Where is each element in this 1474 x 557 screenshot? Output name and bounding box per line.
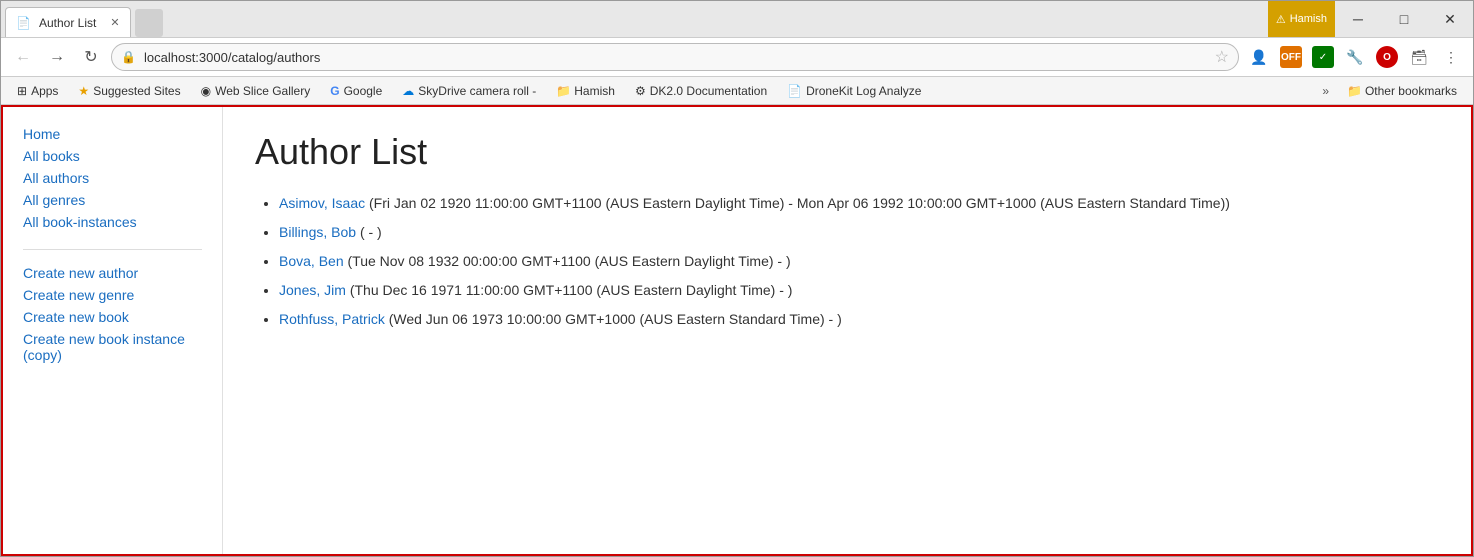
refresh-button[interactable]: ↻ bbox=[77, 43, 105, 71]
sidebar: Home All books All authors All genres Al… bbox=[3, 107, 223, 554]
other-bookmarks-folder[interactable]: 📁 Other bookmarks bbox=[1339, 82, 1465, 100]
address-bar: ← → ↻ 🔒 ☆ 👤 OFF ✓ 🔧 O 🗃 ⋮ bbox=[1, 37, 1473, 77]
bookmark-suggested-sites-label: Suggested Sites bbox=[93, 84, 180, 98]
sidebar-actions: Create new author Create new genre Creat… bbox=[3, 262, 222, 366]
sidebar-divider bbox=[23, 249, 202, 250]
other-bookmarks-folder-icon: 📁 bbox=[1347, 84, 1362, 98]
bookmark-dk2-docs[interactable]: ⚙ DK2.0 Documentation bbox=[627, 82, 775, 100]
sidebar-create-author[interactable]: Create new author bbox=[3, 262, 222, 284]
sidebar-create-book-instance[interactable]: Create new book instance (copy) bbox=[3, 328, 222, 366]
bookmark-star-icon[interactable]: ☆ bbox=[1215, 47, 1229, 67]
author-link-billings[interactable]: Billings, Bob bbox=[279, 224, 356, 240]
bookmark-dk2-label: DK2.0 Documentation bbox=[650, 84, 767, 98]
suggested-sites-icon: ★ bbox=[78, 84, 89, 98]
author-list: Asimov, Isaac (Fri Jan 02 1920 11:00:00 … bbox=[255, 193, 1439, 330]
web-slice-icon: ◉ bbox=[201, 84, 211, 98]
author-link-jones[interactable]: Jones, Jim bbox=[279, 282, 346, 298]
menu-button[interactable]: ⋮ bbox=[1437, 43, 1465, 71]
sidebar-item-all-authors[interactable]: All authors bbox=[3, 167, 222, 189]
new-tab-button[interactable] bbox=[135, 9, 163, 37]
warning-icon: ⚠ bbox=[1276, 13, 1286, 26]
back-button[interactable]: ← bbox=[9, 43, 37, 71]
sidebar-create-genre[interactable]: Create new genre bbox=[3, 284, 222, 306]
bookmark-hamish-label: Hamish bbox=[574, 84, 615, 98]
sidebar-item-all-book-instances[interactable]: All book-instances bbox=[3, 211, 222, 233]
dk2-icon: ⚙ bbox=[635, 84, 646, 98]
sidebar-item-all-books[interactable]: All books bbox=[3, 145, 222, 167]
page-title: Author List bbox=[255, 131, 1439, 173]
bookmark-web-slice-gallery[interactable]: ◉ Web Slice Gallery bbox=[193, 82, 319, 100]
username: Hamish bbox=[1290, 13, 1327, 25]
bookmark-web-slice-label: Web Slice Gallery bbox=[215, 84, 310, 98]
sidebar-item-home[interactable]: Home bbox=[3, 123, 222, 145]
lock-icon: 🔒 bbox=[121, 50, 136, 64]
bookmark-apps-label: Apps bbox=[31, 84, 58, 98]
url-bar-wrap: 🔒 ☆ bbox=[111, 43, 1239, 71]
google-icon: G bbox=[330, 84, 339, 98]
maximize-button[interactable]: □ bbox=[1381, 1, 1427, 37]
bookmark-google[interactable]: G Google bbox=[322, 82, 390, 100]
author-link-bova[interactable]: Bova, Ben bbox=[279, 253, 344, 269]
extension-icon-4[interactable]: O bbox=[1373, 43, 1401, 71]
author-dates-jones: (Thu Dec 16 1971 11:00:00 GMT+1100 (AUS … bbox=[350, 282, 793, 298]
sidebar-nav: Home All books All authors All genres Al… bbox=[3, 123, 222, 233]
author-dates-rothfuss: (Wed Jun 06 1973 10:00:00 GMT+1000 (AUS … bbox=[389, 311, 842, 327]
skydrive-icon: ☁ bbox=[402, 84, 414, 98]
window-controls: ⚠ Hamish ─ □ ✕ bbox=[1268, 1, 1473, 37]
bookmark-hamish[interactable]: 📁 Hamish bbox=[548, 82, 623, 100]
extension-icon-2[interactable]: ✓ bbox=[1309, 43, 1337, 71]
title-bar: 📄 Author List ✕ ⚠ Hamish ─ □ ✕ bbox=[1, 1, 1473, 37]
tab-close-button[interactable]: ✕ bbox=[110, 16, 119, 29]
checkmark-icon: ✓ bbox=[1312, 46, 1334, 68]
main-content: Author List Asimov, Isaac (Fri Jan 02 19… bbox=[223, 107, 1471, 554]
tab-strip: 📄 Author List ✕ bbox=[1, 1, 1268, 37]
sidebar-item-all-genres[interactable]: All genres bbox=[3, 189, 222, 211]
bookmark-skydrive-label: SkyDrive camera roll - bbox=[418, 84, 536, 98]
list-item: Asimov, Isaac (Fri Jan 02 1920 11:00:00 … bbox=[279, 193, 1439, 214]
browser-window: 📄 Author List ✕ ⚠ Hamish ─ □ ✕ ← → ↻ 🔒 ☆… bbox=[0, 0, 1474, 557]
hamish-folder-icon: 📁 bbox=[556, 84, 571, 98]
bookmarks-bar: ⊞ Apps ★ Suggested Sites ◉ Web Slice Gal… bbox=[1, 77, 1473, 105]
minimize-button[interactable]: ─ bbox=[1335, 1, 1381, 37]
user-badge: ⚠ Hamish bbox=[1268, 1, 1335, 37]
adblock-off-icon: OFF bbox=[1280, 46, 1302, 68]
list-item: Bova, Ben (Tue Nov 08 1932 00:00:00 GMT+… bbox=[279, 251, 1439, 272]
extension-icon-3[interactable]: 🔧 bbox=[1341, 43, 1369, 71]
extension-icon-1[interactable]: OFF bbox=[1277, 43, 1305, 71]
sidebar-create-book[interactable]: Create new book bbox=[3, 306, 222, 328]
author-link-asimov[interactable]: Asimov, Isaac bbox=[279, 195, 365, 211]
dronekit-icon: 📄 bbox=[787, 84, 802, 98]
bookmarks-overflow-button[interactable]: » bbox=[1316, 82, 1335, 100]
forward-button[interactable]: → bbox=[43, 43, 71, 71]
list-item: Billings, Bob ( - ) bbox=[279, 222, 1439, 243]
tab-title: Author List bbox=[39, 16, 96, 30]
other-bookmarks-label: Other bookmarks bbox=[1365, 84, 1457, 98]
active-tab[interactable]: 📄 Author List ✕ bbox=[5, 7, 131, 37]
list-item: Rothfuss, Patrick (Wed Jun 06 1973 10:00… bbox=[279, 309, 1439, 330]
author-dates-billings: ( - ) bbox=[360, 224, 382, 240]
toolbar-icons: 👤 OFF ✓ 🔧 O 🗃 ⋮ bbox=[1245, 43, 1465, 71]
apps-grid-icon: ⊞ bbox=[17, 84, 27, 98]
profile-icon[interactable]: 👤 bbox=[1245, 43, 1273, 71]
tab-page-icon: 📄 bbox=[16, 16, 31, 30]
list-item: Jones, Jim (Thu Dec 16 1971 11:00:00 GMT… bbox=[279, 280, 1439, 301]
page-content: Home All books All authors All genres Al… bbox=[1, 105, 1473, 556]
author-dates-asimov: (Fri Jan 02 1920 11:00:00 GMT+1100 (AUS … bbox=[369, 195, 1230, 211]
bookmark-skydrive[interactable]: ☁ SkyDrive camera roll - bbox=[394, 82, 544, 100]
bookmark-dronekit-label: DroneKit Log Analyze bbox=[806, 84, 921, 98]
close-button[interactable]: ✕ bbox=[1427, 1, 1473, 37]
bookmark-dronekit[interactable]: 📄 DroneKit Log Analyze bbox=[779, 82, 929, 100]
url-input[interactable] bbox=[111, 43, 1239, 71]
bookmark-google-label: Google bbox=[344, 84, 383, 98]
extension-icon-5[interactable]: 🗃 bbox=[1405, 43, 1433, 71]
opera-icon: O bbox=[1376, 46, 1398, 68]
author-link-rothfuss[interactable]: Rothfuss, Patrick bbox=[279, 311, 385, 327]
author-dates-bova: (Tue Nov 08 1932 00:00:00 GMT+1100 (AUS … bbox=[348, 253, 791, 269]
bookmark-suggested-sites[interactable]: ★ Suggested Sites bbox=[70, 82, 188, 100]
bookmark-apps[interactable]: ⊞ Apps bbox=[9, 82, 66, 100]
